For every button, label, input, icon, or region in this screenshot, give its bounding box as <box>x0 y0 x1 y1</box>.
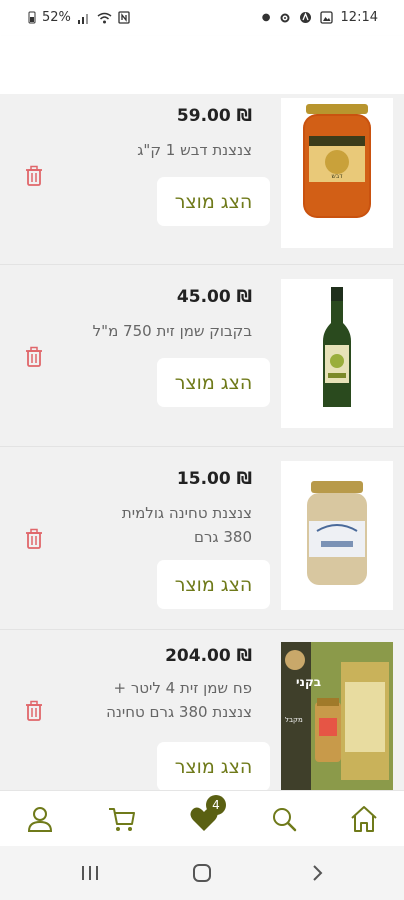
bottom-navigation: 4 <box>0 790 404 847</box>
product-name: בקבוק שמן זית 750 מ"ל <box>92 322 252 340</box>
signal-icon <box>77 13 88 24</box>
system-navigation-bar <box>0 846 404 900</box>
tahini-jar-image <box>307 481 367 585</box>
show-product-button[interactable]: הצג מוצר <box>157 560 270 609</box>
dot-icon: ● <box>261 12 271 23</box>
app-notification-icon <box>299 12 311 23</box>
back-icon[interactable] <box>310 863 324 883</box>
product-name: צנצנת טחינה גולמית 380 גרם <box>121 504 252 546</box>
status-left: 52% <box>28 10 130 25</box>
status-right: ● 12:14 <box>262 10 378 25</box>
home-button-icon[interactable] <box>192 863 212 883</box>
product-image-olive-oil-bottle[interactable] <box>281 279 393 428</box>
product-name: צנצנת דבש 1 ק"ג <box>137 141 252 159</box>
cart-icon[interactable] <box>106 803 138 835</box>
honey-jar-image: דבש <box>303 104 371 218</box>
app-header <box>0 36 404 94</box>
trash-icon[interactable] <box>24 346 44 368</box>
status-bar: 52% ● 12:14 <box>0 0 404 36</box>
product-price: ₪ 15.00 <box>176 469 252 489</box>
show-product-button[interactable]: הצג מוצר <box>157 177 270 226</box>
recent-apps-icon[interactable] <box>80 864 100 882</box>
show-product-button[interactable]: הצג מוצר <box>157 742 270 790</box>
home-icon[interactable] <box>348 803 380 835</box>
list-item: דבש ₪ 59.00 צנצנת דבש 1 ק"ג הצג מוצר <box>0 94 404 265</box>
product-image-honey[interactable]: דבש <box>281 98 393 248</box>
nfc-icon <box>118 11 130 24</box>
favorites-nav-item[interactable]: 4 <box>188 795 226 835</box>
list-item: ₪ 45.00 בקבוק שמן זית 750 מ"ל הצג מוצר <box>0 265 404 447</box>
favorites-count-badge: 4 <box>206 795 226 815</box>
search-icon[interactable] <box>268 803 300 835</box>
product-image-bundle[interactable]: בקני מקבל <box>281 642 393 790</box>
battery-icon <box>28 11 36 24</box>
trash-icon[interactable] <box>24 528 44 550</box>
banner-text: בקני <box>296 675 321 689</box>
settings-gear-icon <box>280 13 290 22</box>
trash-icon[interactable] <box>24 700 44 722</box>
favorites-list[interactable]: דבש ₪ 59.00 צנצנת דבש 1 ק"ג הצג מוצר ₪ 4… <box>0 94 404 790</box>
product-price: ₪ 204.00 <box>165 646 252 666</box>
list-item: בקני מקבל ₪ 204.00 פח שמן זית 4 ליטר + צ… <box>0 630 404 790</box>
product-price: ₪ 45.00 <box>176 287 252 307</box>
clock: 12:14 <box>340 10 378 25</box>
banner-subtext: מקבל <box>285 716 303 724</box>
olive-oil-bottle-image <box>323 287 351 407</box>
battery-percent: 52% <box>42 10 71 25</box>
product-image-tahini[interactable] <box>281 461 393 610</box>
honey-label-text: דבש <box>332 173 344 180</box>
product-price: ₪ 59.00 <box>176 106 252 126</box>
trash-icon[interactable] <box>24 165 44 187</box>
show-product-button[interactable]: הצג מוצר <box>157 358 270 407</box>
list-item: ₪ 15.00 צנצנת טחינה גולמית 380 גרם הצג מ… <box>0 447 404 630</box>
product-name: פח שמן זית 4 ליטר + צנצנת 380 גרם טחינה <box>106 679 252 721</box>
wifi-icon <box>97 12 112 23</box>
bundle-promo-image: בקני מקבל <box>281 642 393 790</box>
profile-icon[interactable] <box>24 803 56 835</box>
image-notification-icon <box>319 11 333 24</box>
